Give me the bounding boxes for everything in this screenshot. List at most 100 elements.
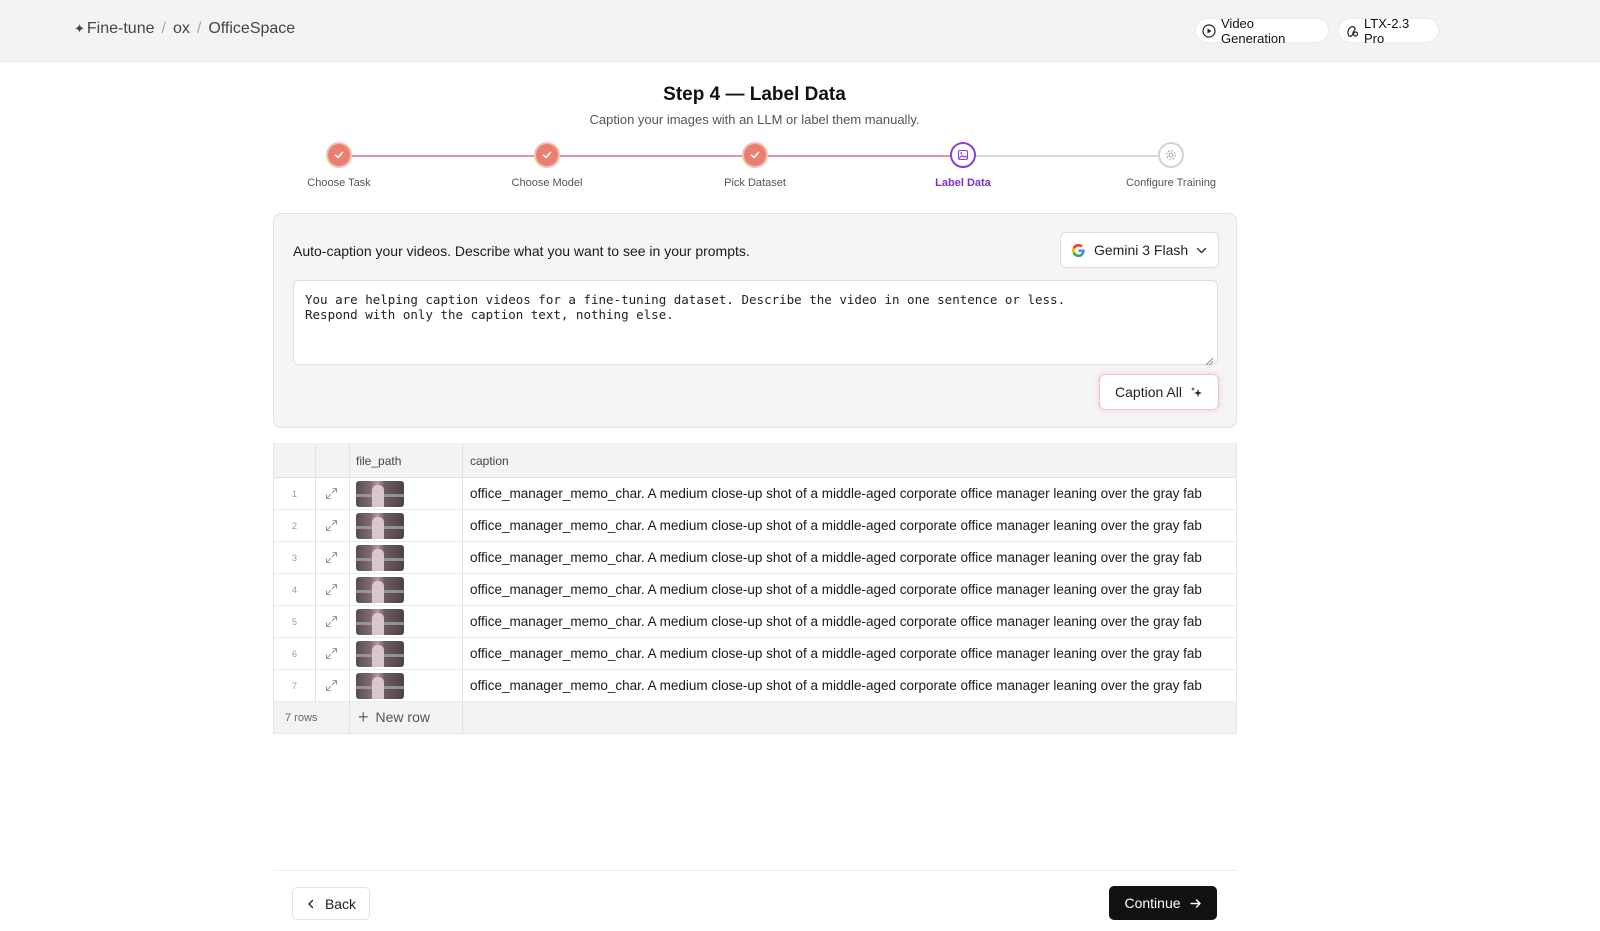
continue-label: Continue bbox=[1124, 895, 1181, 911]
column-header-caption[interactable]: caption bbox=[470, 454, 509, 468]
expand-icon[interactable] bbox=[325, 679, 338, 692]
video-thumbnail[interactable] bbox=[356, 513, 404, 539]
table-row[interactable]: 6 office_manager_memo_char. A medium clos… bbox=[274, 638, 1236, 670]
google-icon bbox=[1071, 243, 1086, 258]
column-divider bbox=[315, 542, 316, 574]
expand-icon[interactable] bbox=[325, 583, 338, 596]
column-divider bbox=[349, 574, 350, 606]
column-header-file-path[interactable]: file_path bbox=[356, 454, 401, 468]
column-divider bbox=[349, 478, 350, 510]
model-pill[interactable]: LTX-2.3 Pro bbox=[1338, 15, 1439, 46]
caption-prompt-textarea[interactable]: You are helping caption videos for a fin… bbox=[293, 280, 1218, 365]
new-row-button[interactable]: + New row bbox=[358, 707, 430, 727]
step-label-active: Label Data bbox=[935, 177, 991, 189]
column-divider bbox=[462, 638, 463, 670]
breadcrumb-project[interactable]: OfficeSpace bbox=[208, 20, 295, 38]
video-thumbnail[interactable] bbox=[356, 577, 404, 603]
step-4-dot[interactable] bbox=[950, 142, 976, 168]
column-divider bbox=[462, 606, 463, 638]
table-row[interactable]: 3 office_manager_memo_char. A medium clos… bbox=[274, 542, 1236, 574]
column-divider bbox=[315, 670, 316, 702]
table-body: 1 office_manager_memo_char. A medium clos… bbox=[274, 478, 1236, 702]
column-divider bbox=[462, 574, 463, 606]
auto-caption-heading: Auto-caption your videos. Describe what … bbox=[293, 243, 750, 259]
caption-all-button[interactable]: Caption All bbox=[1099, 374, 1219, 410]
footer-divider bbox=[273, 870, 1237, 871]
expand-icon[interactable] bbox=[325, 487, 338, 500]
llm-model-select[interactable]: Gemini 3 Flash bbox=[1060, 232, 1219, 268]
table-row[interactable]: 5 office_manager_memo_char. A medium clos… bbox=[274, 606, 1236, 638]
top-bar: ✦ Fine-tune / ox / OfficeSpace Video Gen… bbox=[0, 0, 1600, 62]
check-icon bbox=[750, 151, 760, 159]
video-thumbnail[interactable] bbox=[356, 481, 404, 507]
row-number: 1 bbox=[291, 489, 297, 499]
back-button[interactable]: Back bbox=[292, 887, 370, 920]
column-divider bbox=[349, 542, 350, 574]
step-5-dot[interactable] bbox=[1158, 142, 1184, 168]
video-thumbnail[interactable] bbox=[356, 673, 404, 699]
column-divider bbox=[462, 670, 463, 702]
expand-icon[interactable] bbox=[325, 615, 338, 628]
video-thumbnail[interactable] bbox=[356, 609, 404, 635]
breadcrumb-separator: / bbox=[161, 20, 166, 37]
caption-all-label: Caption All bbox=[1115, 384, 1182, 400]
caption-cell[interactable]: office_manager_memo_char. A medium close… bbox=[470, 614, 1235, 629]
table-row[interactable]: 2 office_manager_memo_char. A medium clos… bbox=[274, 510, 1236, 542]
expand-icon[interactable] bbox=[325, 519, 338, 532]
check-icon bbox=[542, 151, 552, 159]
breadcrumb-org[interactable]: ox bbox=[173, 20, 190, 38]
table-row[interactable]: 4 office_manager_memo_char. A medium clos… bbox=[274, 574, 1236, 606]
column-divider bbox=[462, 478, 463, 510]
image-icon bbox=[957, 149, 969, 161]
row-number: 6 bbox=[291, 649, 297, 659]
dataset-table: file_path caption 1 office_manager_memo_c… bbox=[273, 443, 1237, 734]
column-divider bbox=[349, 443, 350, 478]
resize-grip-icon[interactable] bbox=[1204, 353, 1214, 371]
table-row[interactable]: 1 office_manager_memo_char. A medium clos… bbox=[274, 478, 1236, 510]
column-divider bbox=[349, 702, 350, 734]
model-icon bbox=[1345, 24, 1359, 38]
video-generation-label: Video Generation bbox=[1221, 15, 1286, 46]
caption-cell[interactable]: office_manager_memo_char. A medium close… bbox=[470, 486, 1235, 501]
video-thumbnail[interactable] bbox=[356, 545, 404, 571]
column-divider bbox=[349, 606, 350, 638]
model-label: LTX-2.3 Pro bbox=[1364, 15, 1410, 46]
step-2-dot[interactable] bbox=[534, 142, 560, 168]
step-label: Pick Dataset bbox=[724, 177, 786, 189]
table-footer: 7 rows + New row bbox=[274, 702, 1236, 734]
step-label: Configure Training bbox=[1126, 177, 1216, 189]
table-header: file_path caption bbox=[274, 443, 1236, 478]
back-label: Back bbox=[324, 895, 357, 912]
breadcrumb-separator: / bbox=[196, 20, 202, 37]
video-thumbnail[interactable] bbox=[356, 641, 404, 667]
row-number: 7 bbox=[291, 681, 297, 691]
caption-cell[interactable]: office_manager_memo_char. A medium close… bbox=[470, 678, 1235, 693]
column-divider bbox=[462, 443, 463, 478]
check-icon bbox=[334, 151, 344, 159]
column-divider bbox=[315, 510, 316, 542]
column-divider bbox=[349, 638, 350, 670]
row-count: 7 rows bbox=[285, 712, 318, 724]
video-generation-pill[interactable]: Video Generation bbox=[1195, 15, 1329, 46]
step-1-dot[interactable] bbox=[326, 142, 352, 168]
column-divider bbox=[315, 443, 316, 478]
column-divider bbox=[349, 510, 350, 542]
plus-icon: + bbox=[358, 707, 369, 727]
table-row[interactable]: 7 office_manager_memo_char. A medium clos… bbox=[274, 670, 1236, 702]
expand-icon[interactable] bbox=[325, 551, 338, 564]
sparkle-icon bbox=[1190, 386, 1203, 399]
caption-cell[interactable]: office_manager_memo_char. A medium close… bbox=[470, 646, 1235, 661]
column-divider bbox=[315, 478, 316, 510]
caption-cell[interactable]: office_manager_memo_char. A medium close… bbox=[470, 582, 1235, 597]
caption-cell[interactable]: office_manager_memo_char. A medium close… bbox=[470, 518, 1235, 533]
continue-button[interactable]: Continue bbox=[1109, 886, 1217, 920]
column-divider bbox=[315, 606, 316, 638]
expand-icon[interactable] bbox=[325, 647, 338, 660]
row-number: 2 bbox=[291, 521, 297, 531]
stepper-remaining-line bbox=[963, 155, 1171, 157]
breadcrumb-fine-tune[interactable]: Fine-tune bbox=[87, 20, 155, 38]
caption-cell[interactable]: office_manager_memo_char. A medium close… bbox=[470, 550, 1235, 565]
row-number: 4 bbox=[291, 585, 297, 595]
step-3-dot[interactable] bbox=[742, 142, 768, 168]
gear-icon bbox=[1166, 150, 1176, 160]
